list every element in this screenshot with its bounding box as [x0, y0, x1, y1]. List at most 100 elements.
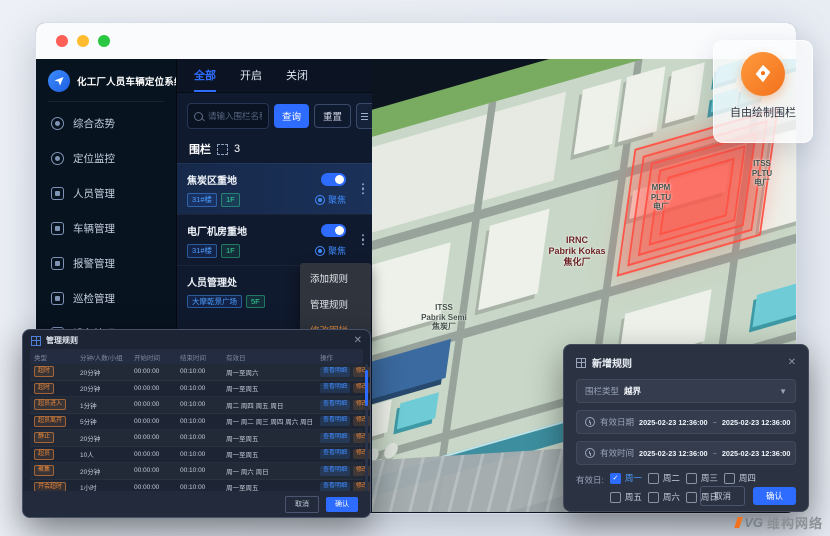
fence-tag: 5F [246, 295, 265, 309]
fence-tag: 1F [221, 193, 240, 207]
patrol-icon [51, 292, 64, 305]
new-rule-modal-footer: 取消 确认 [564, 481, 808, 511]
sidebar-item-label: 车辆管理 [73, 221, 115, 236]
vendor-watermark: VG 维构网络 [736, 513, 823, 532]
minimize-window-button[interactable] [77, 35, 89, 47]
action-查看明细[interactable]: 查看明细 [320, 449, 350, 459]
table-row[interactable]: 超员10人00:00:0000:10:00周一至周五查看明细修改删除 [30, 447, 363, 464]
action-修改[interactable]: 修改 [353, 449, 371, 459]
action-修改[interactable]: 修改 [353, 416, 371, 426]
action-查看明细[interactable]: 查看明细 [320, 367, 350, 377]
clock-icon [585, 448, 595, 458]
rule-type-tag: 超员进入 [34, 399, 66, 410]
valid-date-range-picker[interactable]: 有效日期 2025-02-23 12:36:00 ~ 2025-02-23 12… [576, 410, 796, 434]
sidebar-divider [48, 101, 164, 102]
menu-item-添加规则[interactable]: 添加规则 [300, 265, 371, 291]
tab-开启[interactable]: 开启 [240, 67, 262, 92]
action-查看明细[interactable]: 查看明细 [320, 383, 350, 393]
situation-icon [51, 117, 64, 130]
sidebar-item-定位监控[interactable]: 定位监控 [36, 141, 176, 176]
rules-modal-header: 管理规则 ✕ [23, 330, 370, 349]
pen-icon [741, 52, 785, 96]
tab-全部[interactable]: 全部 [194, 67, 216, 92]
action-修改[interactable]: 修改 [353, 433, 371, 443]
new-rule-modal-close-icon[interactable]: ✕ [788, 358, 796, 368]
new-rule-cancel-button[interactable]: 取消 [700, 486, 745, 506]
sidebar-item-人员管理[interactable]: 人员管理 [36, 176, 176, 211]
map-label-ITSS: ITSSPabrik Semi焦炭厂 [396, 303, 492, 332]
new-rule-icon [576, 358, 586, 368]
chevron-down-icon: ▼ [779, 387, 787, 396]
fence-toggle[interactable] [321, 224, 346, 237]
new-rule-confirm-button[interactable]: 确认 [753, 487, 796, 505]
sidebar-item-综合态势[interactable]: 综合态势 [36, 106, 176, 141]
more-actions-icon[interactable] [360, 232, 367, 248]
fence-name: 人员管理处 [187, 274, 237, 289]
fence-card[interactable]: 焦炭区重地31#楼1F聚焦 [177, 163, 372, 214]
fence-toggle[interactable] [321, 173, 346, 186]
query-button[interactable]: 查询 [274, 104, 309, 128]
action-修改[interactable]: 修改 [353, 383, 371, 393]
more-actions-icon[interactable] [360, 181, 367, 197]
maximize-window-button[interactable] [98, 35, 110, 47]
rules-table-header: 类型分钟/人数/小组开始时间结束时间有效日操作 [30, 349, 363, 364]
fence-type-value: 越界 [624, 385, 641, 397]
action-修改[interactable]: 修改 [353, 466, 371, 476]
fence-card[interactable]: 电厂机房重地31#楼1F聚焦 [177, 214, 372, 265]
screen: 化工厂人员车辆定位系统 综合态势定位监控人员管理车辆管理报警管理巡检管理设备管理… [0, 0, 830, 536]
free-draw-fence-label: 自由绘制围栏 [730, 104, 796, 120]
reset-button[interactable]: 重置 [314, 104, 351, 128]
window-titlebar [36, 23, 796, 59]
focus-button[interactable]: 聚焦 [315, 244, 346, 257]
app-logo-row: 化工厂人员车辆定位系统 [36, 59, 176, 101]
action-查看明细[interactable]: 查看明细 [320, 433, 350, 443]
column-类型: 类型 [30, 352, 80, 362]
rules-table-scrollbar[interactable] [365, 364, 368, 494]
table-row[interactable]: 超时20分钟00:00:0000:10:00周一至周六查看明细修改删除 [30, 364, 363, 381]
rules-confirm-button[interactable]: 确认 [326, 497, 358, 512]
close-window-button[interactable] [56, 35, 68, 47]
table-row[interactable]: 静止20分钟00:00:0000:10:00周一至周五查看明细修改删除 [30, 430, 363, 447]
rules-cancel-button[interactable]: 取消 [285, 496, 319, 513]
fence-tags: 31#楼 1F [187, 244, 240, 258]
free-draw-fence-tool[interactable]: 自由绘制围栏 [713, 40, 813, 143]
fence-name: 焦炭区重地 [187, 172, 237, 187]
table-row[interactable]: 超员离开5分钟00:00:0000:10:00周一 周二 周三 周四 周六 周日… [30, 414, 363, 431]
table-row[interactable]: 聚集20分钟00:00:0000:10:00周一 周六 周日查看明细修改删除 [30, 463, 363, 480]
valid-time-range-picker[interactable]: 有效时间 2025-02-23 12:36:00 ~ 2025-02-23 12… [576, 441, 796, 465]
sidebar-item-label: 巡检管理 [73, 291, 115, 306]
fence-tabbar: 全部开启关闭 [177, 59, 372, 93]
range-separator: ~ [713, 418, 717, 427]
fence-type-select[interactable]: 围栏类型 越界 ▼ [576, 379, 796, 403]
fence-tag: 31#楼 [187, 244, 217, 258]
sidebar-item-车辆管理[interactable]: 车辆管理 [36, 211, 176, 246]
fence-icon [217, 144, 228, 155]
sidebar-item-报警管理[interactable]: 报警管理 [36, 246, 176, 281]
collapse-list-button[interactable] [356, 103, 372, 129]
action-修改[interactable]: 修改 [353, 400, 371, 410]
toggle-knob [335, 226, 344, 235]
action-查看明细[interactable]: 查看明细 [320, 466, 350, 476]
menu-item-管理规则[interactable]: 管理规则 [300, 291, 371, 317]
table-row[interactable]: 超时20分钟00:00:0000:10:00周一至周五查看明细修改删除 [30, 381, 363, 398]
action-查看明细[interactable]: 查看明细 [320, 416, 350, 426]
vendor-logo: VG [736, 515, 763, 530]
focus-label: 聚焦 [328, 193, 346, 206]
range-separator: ~ [713, 449, 717, 458]
fence-list-header: 围栏 3 [177, 137, 372, 163]
rule-type-tag: 静止 [34, 432, 54, 443]
rules-modal-close-icon[interactable]: ✕ [354, 336, 362, 346]
action-修改[interactable]: 修改 [353, 367, 371, 377]
table-row[interactable]: 超员进入1分钟00:00:0000:10:00周二 周四 周五 周日查看明细修改… [30, 397, 363, 414]
fence-search-input[interactable]: 请输入围栏名称 [187, 103, 269, 129]
sidebar-item-巡检管理[interactable]: 巡检管理 [36, 281, 176, 316]
alarm-icon [51, 257, 64, 270]
rule-type-tag: 聚集 [34, 465, 54, 476]
rule-type-tag: 超时 [34, 366, 54, 377]
tab-关闭[interactable]: 关闭 [286, 67, 308, 92]
focus-button[interactable]: 聚焦 [315, 193, 346, 206]
fence-tag: 1F [221, 244, 240, 258]
rules-modal: 管理规则 ✕ 类型分钟/人数/小组开始时间结束时间有效日操作超时20分钟00:0… [22, 329, 371, 518]
vendor-name: 维构网络 [767, 513, 823, 532]
action-查看明细[interactable]: 查看明细 [320, 400, 350, 410]
